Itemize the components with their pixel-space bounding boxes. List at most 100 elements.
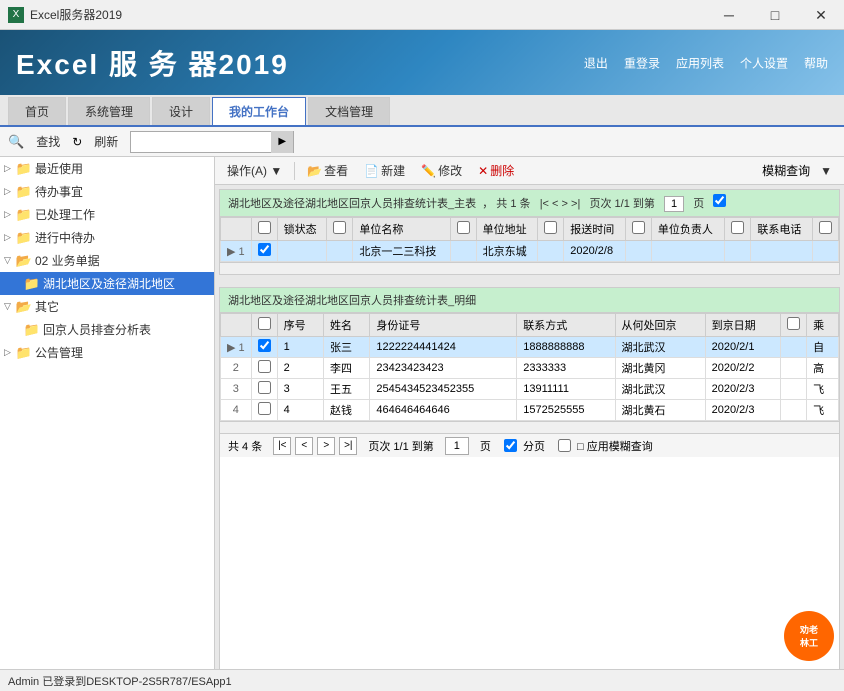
sidebar-item-processed[interactable]: ▷ 📁 已处理工作 [0,203,214,226]
row-checkbox-cell[interactable] [251,358,277,379]
page-info-label: 页次 1/1 到第 [590,198,655,210]
fuzzy-query-button[interactable]: ▼ [814,162,838,180]
detail-page-checkbox[interactable] [504,439,517,452]
col-phone: 联系方式 [517,314,615,337]
detail-table-hscroll[interactable] [220,421,839,433]
tab-docs[interactable]: 文档管理 [308,97,390,125]
detail-page-input[interactable] [445,437,469,455]
tab-workbench[interactable]: 我的工作台 [212,97,306,125]
col-check6-box[interactable] [731,221,744,234]
page-nav-next[interactable]: > [562,198,568,210]
detail-prev-btn[interactable]: < [295,437,313,455]
personal-settings-button[interactable]: 个人设置 [740,54,788,71]
tab-home[interactable]: 首页 [8,97,66,125]
delete-button[interactable]: ✕ 删除 [472,160,520,181]
col-director: 单位负责人 [651,218,725,241]
cell-name: 赵钱 [324,400,370,421]
cell-from: 湖北武汉 [615,337,705,358]
expand-icon: ▷ [4,186,16,197]
page-checkbox[interactable] [713,194,726,207]
logout-button[interactable]: 退出 [584,54,608,71]
detail-select-all[interactable] [258,317,271,330]
col-phone: 联系电话 [751,218,813,241]
col-check7-box[interactable] [819,221,832,234]
tab-system[interactable]: 系统管理 [68,97,150,125]
detail-next-btn[interactable]: > [317,437,335,455]
col-check3-box[interactable] [457,221,470,234]
cell-seq: 1 [277,337,323,358]
page-end-label: 页 [693,198,704,210]
table-row[interactable]: 2 2 李四 23423423423 2333333 湖北黄冈 2020/2/2… [221,358,839,379]
search-input[interactable] [131,135,271,149]
page-nav-prev[interactable]: < [552,198,558,210]
detail-first-btn[interactable]: |< [273,437,291,455]
expand-icon: ▽ [4,255,16,266]
delete-icon: ✕ [478,164,488,178]
sidebar-item-business[interactable]: ▽ 📂 02 业务单据 [0,249,214,272]
cell-phone: 1888888888 [517,337,615,358]
minimize-button[interactable]: ─ [706,0,752,30]
detail-table-wrapper: 序号 姓名 身份证号 联系方式 从何处回京 到京日期 乘 ▶ 1 1 [220,313,839,421]
sidebar-item-inprogress[interactable]: ▷ 📁 进行中待办 [0,226,214,249]
cell-reporttime: 2020/2/8 [564,241,626,262]
expand-icon: ▷ [4,163,16,174]
close-button[interactable]: ✕ [798,0,844,30]
status-text: Admin 已登录到DESKTOP-2S5R787/ESApp1 [8,673,232,689]
table-row[interactable]: 3 3 王五 2545434523452355 13911111 湖北武汉 20… [221,379,839,400]
select-all-checkbox[interactable] [258,221,271,234]
table-row[interactable]: 4 4 赵钱 464646464646 1572525555 湖北黄石 2020… [221,400,839,421]
cell-from: 湖北黄石 [615,400,705,421]
row-checkbox[interactable] [258,360,271,373]
detail-last-btn[interactable]: >| [339,437,357,455]
col-check6 [725,218,751,241]
col-check5-box[interactable] [632,221,645,234]
help-button[interactable]: 帮助 [804,54,828,71]
row-checkbox[interactable] [258,243,271,256]
table-row[interactable]: ▶ 1 北京一二三科技 北京东城 2020/2/8 [221,241,839,262]
col-check-d-box[interactable] [787,317,800,330]
sidebar-item-label: 02 业务单据 [35,252,100,269]
main-table-hscroll[interactable] [220,262,839,274]
cell-phone: 13911111 [517,379,615,400]
content-area: 操作(A) ▼ 📂 查看 📄 新建 ✏️ 修改 ✕ 删除 模糊查询 ▼ [215,157,844,691]
sidebar-item-announcement[interactable]: ▷ 📁 公告管理 [0,341,214,364]
refresh-button[interactable]: 刷新 [90,131,122,152]
cell-from: 湖北黄冈 [615,358,705,379]
row-checkbox-cell[interactable] [251,337,277,358]
search-go-button[interactable]: ▶ [271,131,293,153]
col-check4-box[interactable] [544,221,557,234]
new-button[interactable]: 📄 新建 [358,160,411,181]
sidebar-item-hubei[interactable]: 📁 湖北地区及途径湖北地区 [0,272,214,295]
app-list-button[interactable]: 应用列表 [676,54,724,71]
tab-design[interactable]: 设计 [152,97,210,125]
edit-button[interactable]: ✏️ 修改 [415,160,468,181]
maximize-button[interactable]: □ [752,0,798,30]
page-num-input[interactable] [664,196,684,212]
page-nav-last[interactable]: >| [571,198,580,210]
row-checkbox[interactable] [258,381,271,394]
col-check3 [450,218,476,241]
col-check2-box[interactable] [333,221,346,234]
sidebar-item-analysis[interactable]: 📁 回京人员排查分析表 [0,318,214,341]
sidebar-item-recent[interactable]: ▷ 📁 最近使用 [0,157,214,180]
sidebar: ▷ 📁 最近使用 ▷ 📁 待办事宜 ▷ 📁 已处理工作 ▷ 📁 进行中待办 ▽ … [0,157,215,691]
search-icon: 🔍 [8,134,24,150]
find-button[interactable]: 查找 [32,131,64,152]
relogin-button[interactable]: 重登录 [624,54,660,71]
expand-icon: ▷ [4,232,16,243]
col-idcard: 身份证号 [370,314,517,337]
row-checkbox[interactable] [258,402,271,415]
row-checkbox-cell[interactable] [251,379,277,400]
table-row[interactable]: ▶ 1 1 张三 1222224441424 1888888888 湖北武汉 2… [221,337,839,358]
row-checkbox-cell[interactable] [251,400,277,421]
cell-date: 2020/2/3 [705,379,781,400]
sidebar-item-todo[interactable]: ▷ 📁 待办事宜 [0,180,214,203]
page-nav-first[interactable]: |< [540,198,549,210]
col-indicator [221,218,252,241]
row-checkbox-cell[interactable] [251,241,277,262]
view-button[interactable]: 📂 查看 [301,160,354,181]
operations-button[interactable]: 操作(A) ▼ [221,160,288,181]
sidebar-item-other[interactable]: ▽ 📂 其它 [0,295,214,318]
row-checkbox[interactable] [258,339,271,352]
detail-fuzzy-checkbox[interactable] [558,439,571,452]
